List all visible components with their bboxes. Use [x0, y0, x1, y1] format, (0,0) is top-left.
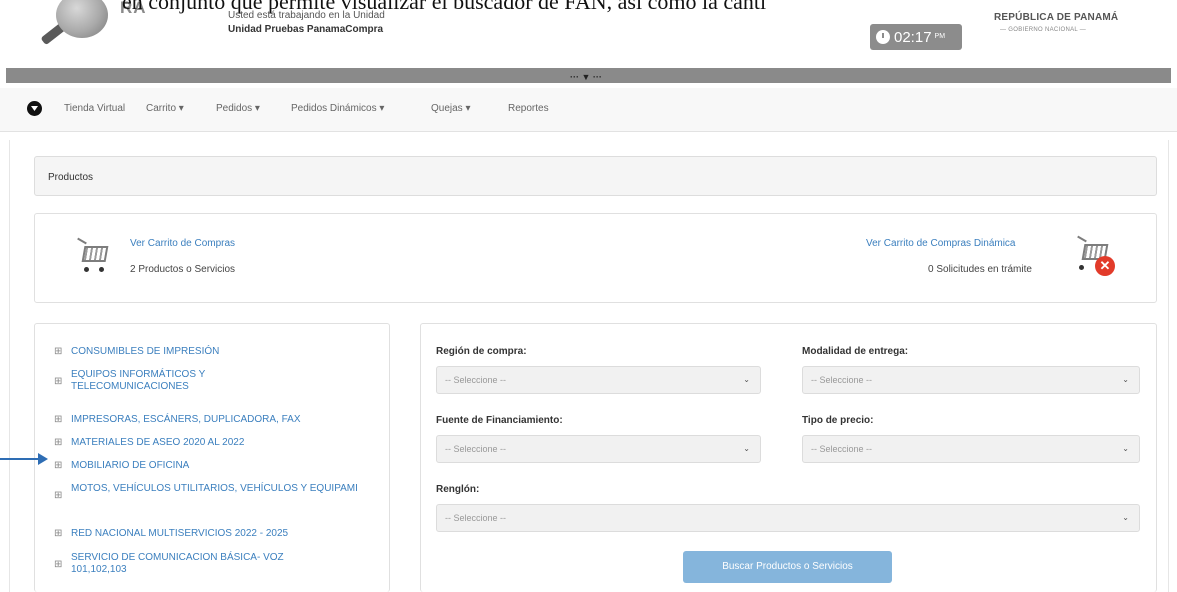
cart-basket [81, 246, 109, 262]
category-label[interactable]: CONSUMIBLES DE IMPRESIÓN [71, 346, 371, 358]
category-label[interactable]: MOTOS, VEHÍCULOS UTILITARIOS, VEHÍCULOS … [71, 483, 363, 495]
cart-handle [77, 237, 87, 245]
tipo-precio-select-value: -- Seleccione -- [811, 444, 873, 454]
chevron-down-icon: ⌄ [1122, 375, 1129, 384]
arrow-shaft [0, 458, 40, 460]
cart-wheel [84, 267, 89, 272]
modalidad-select[interactable]: -- Seleccione -- ⌄ [802, 366, 1140, 394]
dynamic-cart-count: 0 Solicitudes en trámite [928, 264, 1032, 275]
gobierno-logo-text: — GOBIERNO NACIONAL — [1000, 27, 1087, 33]
expand-icon[interactable]: ⊞ [54, 528, 62, 539]
fuente-select[interactable]: -- Seleccione -- ⌄ [436, 435, 761, 463]
category-label[interactable]: MATERIALES DE ASEO 2020 AL 2022 [71, 437, 371, 449]
unit-name: Unidad Pruebas PanamaCompra [228, 24, 384, 35]
shopping-cart-icon[interactable] [77, 236, 111, 274]
arrow-head [38, 453, 48, 465]
region-label: Región de compra: [436, 346, 527, 357]
expand-icon[interactable]: ⊞ [54, 559, 62, 570]
search-products-button[interactable]: Buscar Productos o Servicios [683, 551, 892, 583]
expand-icon[interactable]: ⊞ [54, 376, 62, 387]
renglon-select[interactable]: -- Seleccione -- ⌄ [436, 504, 1140, 532]
category-label[interactable]: RED NACIONAL MULTISERVICIOS 2022 - 2025 [71, 528, 371, 540]
home-icon[interactable] [27, 101, 42, 116]
category-label[interactable]: MOBILIARIO DE OFICINA [71, 460, 371, 472]
chevron-down-icon: ⌄ [1122, 444, 1129, 453]
nav-carrito[interactable]: Carrito ▾ [146, 103, 184, 114]
timer-time: 02:17 [894, 28, 932, 46]
header: RA en conjunto que permite visualizar el… [0, 0, 1177, 68]
session-timer: 02:17 PM [870, 24, 962, 50]
chevron-down-icon: ⌄ [743, 375, 750, 384]
expand-icon[interactable]: ⊞ [54, 490, 62, 501]
main-navbar: Tienda Virtual Carrito ▾ Pedidos ▾ Pedid… [0, 88, 1177, 132]
renglon-label: Renglón: [436, 484, 480, 495]
region-select[interactable]: -- Seleccione -- ⌄ [436, 366, 761, 394]
view-dynamic-cart-link[interactable]: Ver Carrito de Compras Dinámica [866, 238, 1016, 249]
cart-wheel [99, 267, 104, 272]
nav-pedidos[interactable]: Pedidos ▾ [216, 103, 260, 114]
renglon-select-value: -- Seleccione -- [445, 513, 507, 523]
magnifier-icon [56, 0, 108, 38]
region-select-value: -- Seleccione -- [445, 375, 507, 385]
fuente-select-value: -- Seleccione -- [445, 444, 507, 454]
cart-handle [1077, 235, 1087, 243]
nav-tienda-virtual[interactable]: Tienda Virtual [64, 103, 125, 114]
annotation-arrow-icon [0, 453, 48, 465]
modalidad-select-value: -- Seleccione -- [811, 375, 873, 385]
category-label[interactable]: EQUIPOS INFORMÁTICOS Y TELECOMUNICACIONE… [71, 369, 271, 393]
category-label[interactable]: SERVICIO DE COMUNICACION BÁSICA- VOZ 101… [71, 552, 331, 576]
unit-label: Usted está trabajando en la Unidad [228, 10, 385, 21]
nav-quejas[interactable]: Quejas ▾ [431, 103, 470, 114]
cart-items-count: 2 Productos o Servicios [130, 264, 236, 275]
panel-title: Productos [48, 172, 94, 183]
cart-wheel [1079, 265, 1084, 270]
cart-summary-box: Ver Carrito de Compras 2 Productos o Ser… [34, 213, 1157, 303]
fuente-label: Fuente de Financiamiento: [436, 415, 563, 426]
expand-icon[interactable]: ⊞ [54, 460, 62, 471]
republica-logo-text: REPÚBLICA DE PANAMÁ [994, 12, 1119, 23]
expand-icon[interactable]: ⊞ [54, 437, 62, 448]
timer-ampm: PM [934, 33, 946, 40]
tipo-precio-label: Tipo de precio: [802, 415, 874, 426]
expand-icon[interactable]: ⊞ [54, 414, 62, 425]
nav-reportes[interactable]: Reportes [508, 103, 549, 114]
cancel-badge-icon: ✕ [1095, 256, 1115, 276]
nav-pedidos-dinamicos[interactable]: Pedidos Dinámicos ▾ [291, 103, 384, 114]
document-overflow-text: en conjunto que permite visualizar el bu… [122, 0, 767, 14]
dynamic-cart-icon[interactable]: ✕ [1077, 234, 1115, 276]
view-cart-link[interactable]: Ver Carrito de Compras [130, 238, 235, 249]
chevron-down-icon: ⌄ [1122, 513, 1129, 522]
clock-icon [876, 30, 890, 44]
modalidad-label: Modalidad de entrega: [802, 346, 909, 357]
tipo-precio-select[interactable]: -- Seleccione -- ⌄ [802, 435, 1140, 463]
expand-icon[interactable]: ⊞ [54, 346, 62, 357]
products-panel-heading: Productos [34, 156, 1157, 196]
header-toggle-button[interactable]: ··· ▼ ··· [570, 72, 602, 82]
chevron-down-icon: ⌄ [743, 444, 750, 453]
category-label[interactable]: IMPRESORAS, ESCÁNERS, DUPLICADORA, FAX [71, 414, 371, 426]
